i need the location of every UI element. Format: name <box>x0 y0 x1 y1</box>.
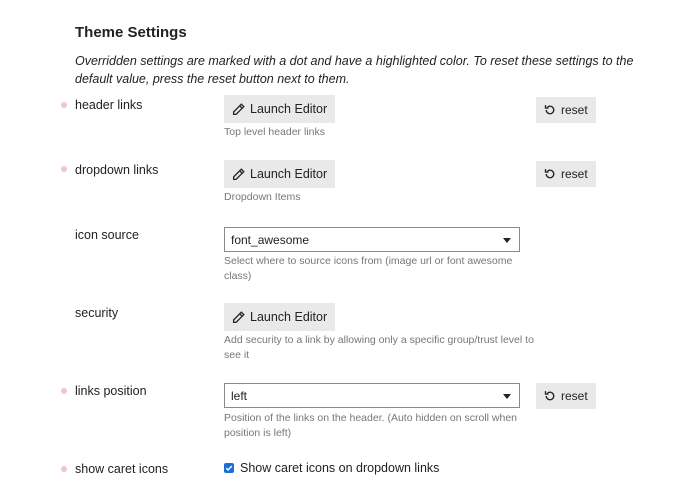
reset-button-links-position[interactable]: reset <box>536 383 596 409</box>
setting-label-header-links: header links <box>75 98 143 112</box>
select-value: left <box>231 388 248 403</box>
setting-label-icon-source: icon source <box>75 228 139 242</box>
setting-help-links-position: Position of the links on the header. (Au… <box>224 411 517 441</box>
launch-editor-button-header-links[interactable]: Launch Editor <box>224 95 336 123</box>
overridden-dot <box>61 388 67 394</box>
setting-help-header-links: Top level header links <box>224 126 325 138</box>
setting-help-icon-source: Select where to source icons from (image… <box>224 254 512 284</box>
select-value: font_awesome <box>231 232 310 247</box>
overridden-dot <box>61 102 67 108</box>
undo-icon <box>544 169 555 179</box>
help-line: Select where to source icons from (image… <box>224 255 513 267</box>
setting-label-show-caret-icons: show caret icons <box>75 462 169 476</box>
section-description: Overridden settings are marked with a do… <box>75 54 634 86</box>
help-line: see it <box>224 349 250 361</box>
icon-source-select[interactable]: font_awesome <box>224 227 520 252</box>
setting-help-security: Add security to a link by allowing only … <box>224 333 534 363</box>
reset-label: reset <box>561 103 588 117</box>
checkbox-label[interactable]: Show caret icons on dropdown links <box>240 461 439 475</box>
section-title: Theme Settings <box>75 24 187 41</box>
overridden-dot <box>61 166 67 172</box>
setting-help-dropdown-links: Dropdown Items <box>224 191 301 203</box>
help-line: Position of the links on the header. (Au… <box>224 412 518 424</box>
launch-editor-button-dropdown-links[interactable]: Launch Editor <box>224 160 336 188</box>
launch-editor-label: Launch Editor <box>250 102 328 116</box>
launch-editor-label: Launch Editor <box>250 310 328 324</box>
show-caret-icons-checkbox[interactable] <box>224 463 234 473</box>
pencil-icon <box>232 310 245 323</box>
undo-icon <box>544 391 555 401</box>
setting-label-dropdown-links: dropdown links <box>75 163 159 177</box>
setting-label-links-position: links position <box>75 384 147 398</box>
reset-label: reset <box>561 389 588 403</box>
setting-label-security: security <box>75 306 119 320</box>
links-position-select[interactable]: left <box>224 383 520 408</box>
check-icon <box>225 465 233 472</box>
launch-editor-button-security[interactable]: Launch Editor <box>224 303 336 331</box>
pencil-icon <box>232 167 245 180</box>
caret-down-icon <box>503 238 511 243</box>
launch-editor-label: Launch Editor <box>250 167 328 181</box>
reset-label: reset <box>561 167 588 181</box>
undo-icon <box>544 105 555 115</box>
pencil-icon <box>232 102 245 115</box>
help-line: Add security to a link by allowing only … <box>224 334 534 346</box>
caret-down-icon <box>503 394 511 399</box>
help-line: position is left) <box>224 427 292 439</box>
overridden-dot <box>61 466 67 472</box>
reset-button-dropdown-links[interactable]: reset <box>536 161 596 187</box>
reset-button-header-links[interactable]: reset <box>536 97 596 123</box>
help-line: class) <box>224 270 252 282</box>
show-caret-icons-row: Show caret icons on dropdown links <box>224 461 439 475</box>
